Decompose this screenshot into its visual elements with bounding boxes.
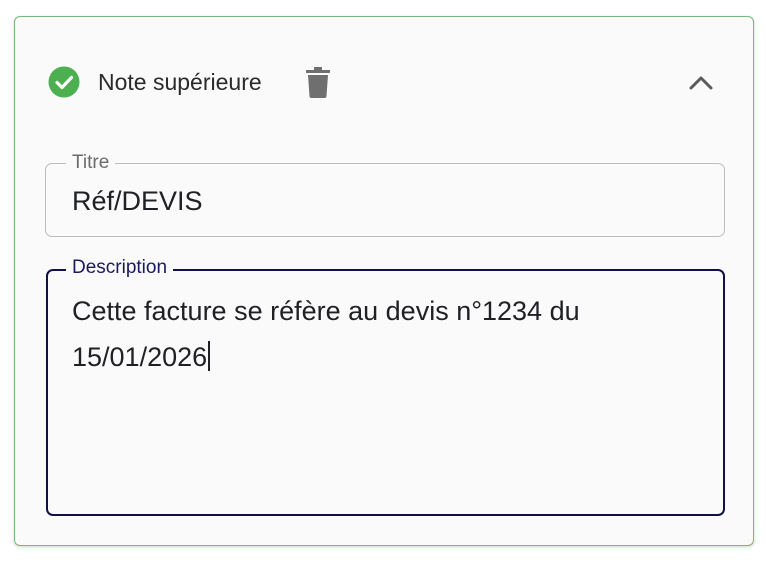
description-field[interactable]: Description Cette facture se réfère au d… [46, 257, 725, 516]
trash-icon[interactable] [306, 67, 330, 98]
note-card: Note supérieure Titre Réf/DEVIS Descript… [14, 16, 754, 546]
note-title: Note supérieure [98, 69, 262, 95]
description-field-value: Cette facture se réfère au devis n°1234 … [72, 288, 702, 380]
chevron-up-icon[interactable] [683, 65, 719, 101]
title-field[interactable]: Titre Réf/DEVIS [45, 152, 725, 237]
check-circle-icon [48, 66, 80, 98]
text-cursor [208, 341, 210, 371]
title-field-label: Titre [66, 152, 116, 174]
description-field-label: Description [66, 257, 174, 279]
description-text: Cette facture se réfère au devis n°1234 … [72, 296, 580, 372]
note-header: Note supérieure [15, 17, 753, 147]
title-field-value: Réf/DEVIS [72, 186, 203, 216]
